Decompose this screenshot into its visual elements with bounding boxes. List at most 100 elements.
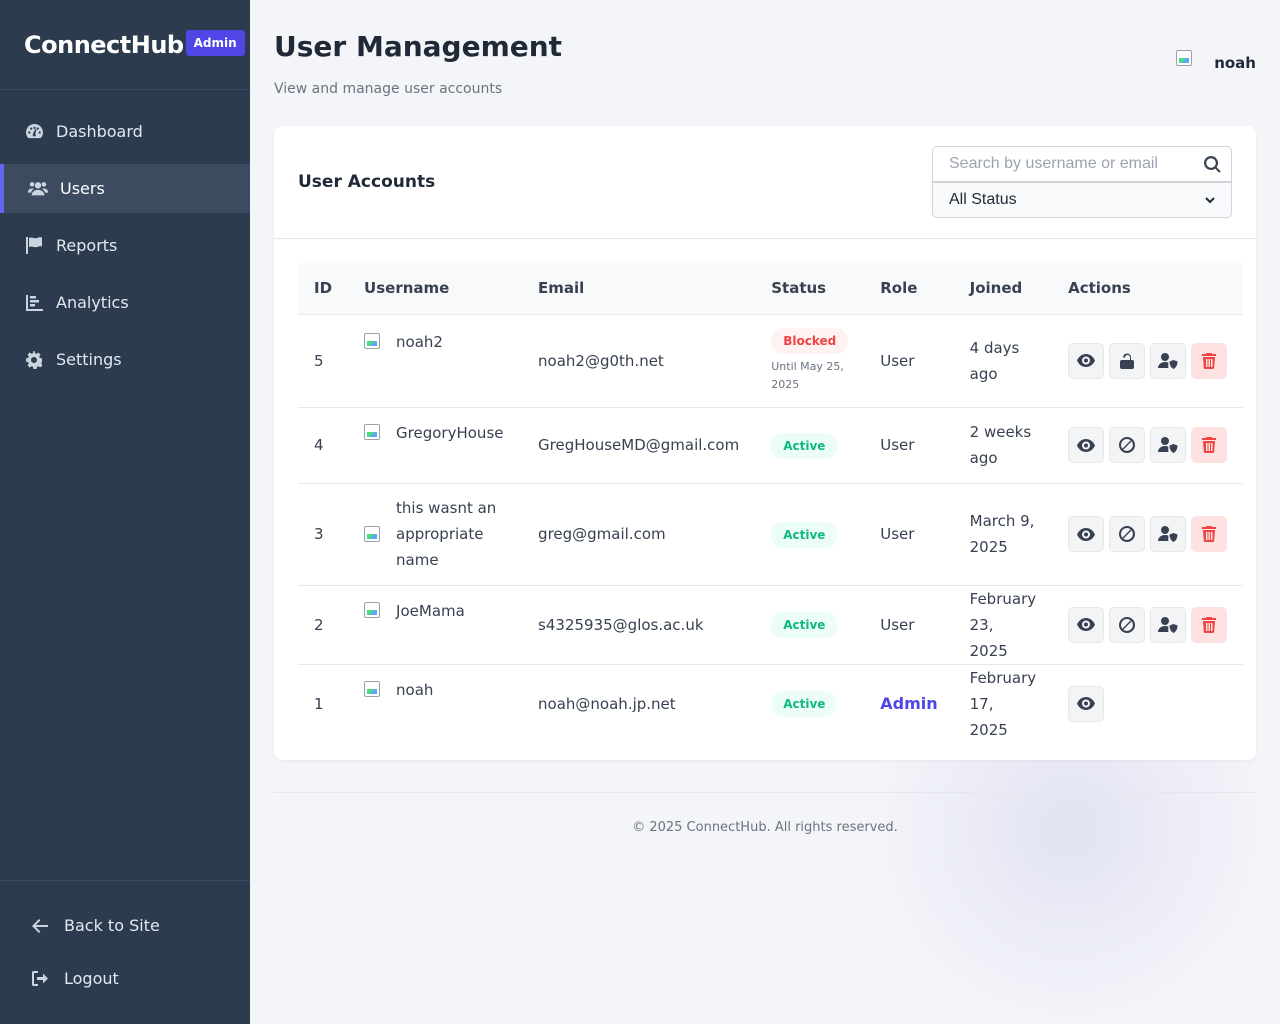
username-cell: noah2 <box>348 314 523 408</box>
delete-user-button[interactable] <box>1191 427 1228 463</box>
status-badge: Blocked <box>771 328 849 354</box>
view-user-button[interactable] <box>1068 606 1105 643</box>
delete-user-button[interactable] <box>1191 606 1228 643</box>
user-shield-icon <box>1158 352 1178 369</box>
table-row: 5 noah2 noah2@g0th.net Blocked Until May… <box>298 314 1244 408</box>
change-role-button[interactable] <box>1150 606 1187 643</box>
username[interactable]: GregoryHouse <box>396 420 503 446</box>
actions-cell <box>1052 585 1244 665</box>
status-cell: Active <box>755 407 865 484</box>
view-user-button[interactable] <box>1068 516 1105 552</box>
status-cell: Blocked Until May 25, 2025 <box>755 314 865 408</box>
user-shield-icon <box>1158 526 1178 542</box>
eye-icon <box>1077 697 1096 710</box>
search-icon[interactable] <box>1204 156 1221 177</box>
username-cell: this wasnt an appropriate name <box>348 483 523 586</box>
tachometer-icon <box>24 122 44 142</box>
table-row: 2 JoeMama s4325935@glos.ac.uk Active Use… <box>298 585 1244 665</box>
users-icon <box>28 179 48 199</box>
unlock-icon <box>1120 353 1135 369</box>
sidebar-item-dashboard[interactable]: Dashboard <box>0 107 250 156</box>
username[interactable]: noah2 <box>396 329 443 355</box>
chart-bar-icon <box>24 293 44 313</box>
card-header: User Accounts All Status <box>274 126 1256 239</box>
table-row: 3 this wasnt an appropriate name greg@gm… <box>298 483 1244 586</box>
column-header-id[interactable]: ID <box>298 263 349 315</box>
status-badge: Active <box>771 432 838 459</box>
user-menu[interactable]: noah <box>1176 50 1256 76</box>
unblock-user-button[interactable] <box>1109 342 1146 379</box>
broken-image-icon <box>1176 50 1193 66</box>
ban-icon <box>1119 526 1136 542</box>
sidebar: ConnectHub Admin Dashboard Users Reports <box>0 0 250 1024</box>
table-header-row: ID Username Email Status Role Joined Act… <box>298 263 1244 315</box>
table-row: 1 noah noah@noah.jp.net Active Admin Feb… <box>298 664 1243 743</box>
brand-name[interactable]: ConnectHub <box>24 31 184 59</box>
status-cell: Active <box>755 483 865 586</box>
admin-badge: Admin <box>185 29 245 56</box>
column-header-email[interactable]: Email <box>522 263 756 315</box>
flag-icon <box>24 236 44 256</box>
user-id: 5 <box>298 314 349 408</box>
status-filter-value: All Status <box>949 191 1017 208</box>
change-role-button[interactable] <box>1150 516 1187 552</box>
logout-link[interactable]: Logout <box>0 952 250 1005</box>
block-user-button[interactable] <box>1109 427 1146 463</box>
user-joined: March 9, 2025 <box>953 483 1053 586</box>
trash-icon <box>1202 437 1217 453</box>
back-to-site-label: Back to Site <box>64 916 160 935</box>
username[interactable]: JoeMama <box>396 598 465 624</box>
user-joined: 2 weeks ago <box>953 407 1053 484</box>
page-title: User Management <box>274 30 563 63</box>
username[interactable]: this wasnt an appropriate name <box>396 495 506 573</box>
eye-icon <box>1077 527 1096 541</box>
user-joined: 4 days ago <box>953 314 1053 408</box>
back-to-site-link[interactable]: Back to Site <box>0 899 250 952</box>
view-user-button[interactable] <box>1068 685 1105 722</box>
user-id: 4 <box>298 407 349 484</box>
eye-icon <box>1077 354 1096 367</box>
sidebar-item-settings[interactable]: Settings <box>0 335 250 384</box>
column-header-username[interactable]: Username <box>348 263 523 315</box>
delete-user-button[interactable] <box>1191 516 1228 552</box>
user-email: noah@noah.jp.net <box>538 694 676 713</box>
sign-out-icon <box>32 971 52 986</box>
block-user-button[interactable] <box>1109 516 1146 552</box>
user-id: 1 <box>314 694 324 713</box>
brand[interactable]: ConnectHub Admin <box>0 0 250 90</box>
column-header-actions: Actions <box>1052 263 1244 315</box>
status-badge: Active <box>771 612 838 638</box>
sidebar-item-label: Dashboard <box>56 122 143 141</box>
arrow-left-icon <box>32 918 52 933</box>
column-header-status[interactable]: Status <box>755 263 865 315</box>
column-header-joined[interactable]: Joined <box>953 263 1053 315</box>
user-email: s4325935@glos.ac.uk <box>522 585 756 665</box>
username[interactable]: noah <box>396 677 433 703</box>
sidebar-item-reports[interactable]: Reports <box>0 221 250 270</box>
column-header-role[interactable]: Role <box>864 263 954 315</box>
change-role-button[interactable] <box>1150 427 1187 463</box>
sidebar-item-label: Reports <box>56 236 118 255</box>
search-input[interactable] <box>932 146 1232 182</box>
sidebar-item-users[interactable]: Users <box>0 164 250 213</box>
status-cell: Active <box>755 585 865 665</box>
status-filter-select[interactable]: All Status <box>932 182 1232 218</box>
block-user-button[interactable] <box>1109 606 1146 643</box>
view-user-button[interactable] <box>1068 427 1105 463</box>
role-cell: Admin <box>864 664 953 743</box>
delete-user-button[interactable] <box>1191 342 1228 379</box>
users-table: ID Username Email Status Role Joined Act… <box>298 263 1244 743</box>
logout-label: Logout <box>64 969 119 988</box>
block-until-note: Until May 25, 2025 <box>771 360 844 391</box>
footer-divider <box>274 792 1256 793</box>
sidebar-item-label: Users <box>60 179 105 198</box>
table-row: 4 GregoryHouse GregHouseMD@gmail.com Act… <box>298 407 1244 484</box>
change-role-button[interactable] <box>1150 342 1187 379</box>
view-user-button[interactable] <box>1068 342 1105 379</box>
user-shield-icon <box>1158 437 1178 453</box>
username-cell: JoeMama <box>348 585 523 665</box>
sidebar-item-analytics[interactable]: Analytics <box>0 278 250 327</box>
user-avatar <box>364 601 381 618</box>
actions-cell <box>1052 407 1244 484</box>
page-subtitle: View and manage user accounts <box>274 81 503 97</box>
